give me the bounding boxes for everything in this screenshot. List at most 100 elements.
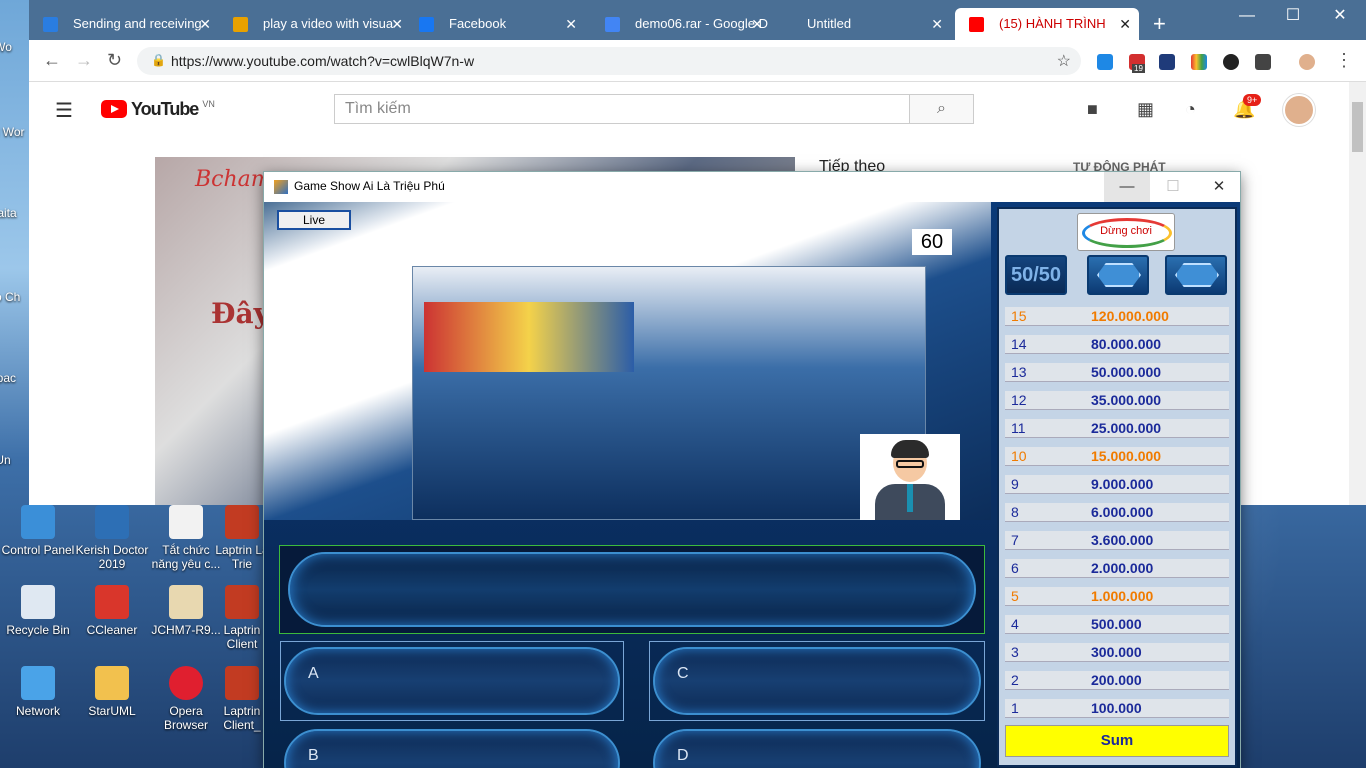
close-tab-icon[interactable]: ✕ xyxy=(931,8,943,40)
youtube-logo[interactable]: YouTube VN xyxy=(101,98,215,120)
prize-panel: Dừng chơi 50/50 15 120.000.000 14 80.000.00… xyxy=(997,207,1237,767)
favicon-icon xyxy=(43,17,58,32)
close-button[interactable]: ✕ xyxy=(1196,172,1242,202)
desktop-icon-partial[interactable]: VM Wor xyxy=(0,125,28,139)
prize-row: 5 1.000.000 xyxy=(1005,587,1229,606)
create-video-icon[interactable]: ■ xyxy=(1087,99,1098,120)
prize-amount: 120.000.000 xyxy=(1091,308,1169,324)
desktop-icon-partial[interactable]: Go Ch xyxy=(0,290,28,304)
host-glasses xyxy=(896,460,924,468)
search-icon[interactable]: ⌕ xyxy=(909,94,974,124)
lifeline-audience-button[interactable] xyxy=(1087,255,1149,295)
extension-color-icon[interactable] xyxy=(1191,54,1207,70)
new-tab-button[interactable]: + xyxy=(1153,11,1166,37)
close-tab-icon[interactable]: ✕ xyxy=(391,8,403,40)
phone-icon xyxy=(1175,263,1219,287)
tab-google-drive[interactable]: demo06.rar - Google D ✕ xyxy=(591,8,771,40)
maximize-button[interactable]: ☐ xyxy=(1150,172,1196,202)
live-button[interactable]: Live xyxy=(277,210,351,230)
extension-circle-icon[interactable] xyxy=(1223,54,1239,70)
desktop-icon-staruml[interactable]: StarUML xyxy=(74,666,150,718)
extension-j-icon[interactable] xyxy=(1159,54,1175,70)
maximize-button[interactable]: ☐ xyxy=(1270,0,1316,32)
answer-d-button[interactable]: D xyxy=(649,723,985,768)
game-titlebar: Game Show Ai Là Triệu Phú — ☐ ✕ xyxy=(264,172,1240,202)
tab-facebook[interactable]: Facebook ✕ xyxy=(405,8,585,40)
back-icon[interactable]: ← xyxy=(43,50,61,71)
prize-level: 3 xyxy=(1011,644,1019,660)
answer-b-button[interactable]: B xyxy=(280,723,624,768)
sum-button[interactable]: Sum xyxy=(1005,725,1229,757)
desktop-icon-partial[interactable]: Un xyxy=(0,453,28,467)
close-tab-icon[interactable]: ✕ xyxy=(1119,8,1131,40)
minimize-button[interactable]: — xyxy=(1224,0,1270,32)
page-scrollbar[interactable] xyxy=(1349,82,1366,505)
prize-level: 1 xyxy=(1011,700,1019,716)
desktop-icon-ccleaner[interactable]: CCleaner xyxy=(74,585,150,637)
desktop-icon-network[interactable]: Network xyxy=(0,666,76,718)
network-icon xyxy=(21,666,55,700)
answer-a-button[interactable]: A xyxy=(280,641,624,721)
prize-amount: 1.000.000 xyxy=(1091,588,1154,604)
extension-drop-icon[interactable] xyxy=(1097,54,1113,70)
close-tab-icon[interactable]: ✕ xyxy=(199,8,211,40)
desktop-icon-kerish[interactable]: Kerish Doctor 2019 xyxy=(74,505,150,571)
prize-amount: 80.000.000 xyxy=(1091,336,1162,352)
profile-avatar-icon[interactable] xyxy=(1299,54,1315,70)
prize-level: 9 xyxy=(1011,476,1019,492)
countdown-timer: 60 xyxy=(912,229,952,255)
bookmark-star-icon[interactable]: ☆ xyxy=(1057,51,1071,71)
minimize-button[interactable]: — xyxy=(1104,172,1150,202)
game-body: Live 60 A C B D Dừng chơi 50/50 15 120.0… xyxy=(264,202,1240,768)
lifeline-phone-button[interactable] xyxy=(1165,255,1227,295)
desktop-icon-partial[interactable]: Wo xyxy=(0,40,28,54)
tab-sending-receiving[interactable]: Sending and receiving ✕ xyxy=(29,8,219,40)
hamburger-menu-icon[interactable]: ☰ xyxy=(55,98,73,123)
prize-level: 5 xyxy=(1011,588,1019,604)
extension-badge: 19 xyxy=(1132,64,1145,73)
desktop-icon-control-panel[interactable]: Control Panel xyxy=(0,505,76,557)
notification-badge: 9+ xyxy=(1243,94,1262,106)
prize-level: 15 xyxy=(1011,308,1027,324)
live-screen-preview: Live 60 xyxy=(264,202,991,520)
tab-bar: Sending and receiving ✕ play a video wit… xyxy=(29,0,1366,40)
prize-amount: 2.000.000 xyxy=(1091,560,1154,576)
answer-pill xyxy=(653,729,981,768)
desktop-icon-partial[interactable]: apac xyxy=(0,371,28,385)
prize-level: 2 xyxy=(1011,672,1019,688)
close-tab-icon[interactable]: ✕ xyxy=(751,8,763,40)
forward-icon[interactable]: → xyxy=(75,50,93,71)
desktop-icon-recycle-bin[interactable]: Recycle Bin xyxy=(0,585,76,637)
prize-level: 7 xyxy=(1011,532,1019,548)
desktop-icon-partial[interactable]: Baita xyxy=(0,206,28,220)
avatar[interactable] xyxy=(1283,94,1315,126)
prize-row: 10 15.000.000 xyxy=(1005,447,1229,466)
extension-se-icon[interactable] xyxy=(1255,54,1271,70)
host-avatar xyxy=(860,434,960,520)
messages-icon[interactable]: ◔ xyxy=(1185,99,1196,120)
menu-kebab-icon[interactable]: ⋮ xyxy=(1335,50,1353,71)
scrollbar-thumb[interactable] xyxy=(1352,102,1363,152)
close-button[interactable]: ✕ xyxy=(1317,0,1363,32)
ccleaner-icon xyxy=(95,585,129,619)
prize-amount: 300.000 xyxy=(1091,644,1142,660)
tab-play-video[interactable]: play a video with visua ✕ xyxy=(219,8,411,40)
answer-pill xyxy=(653,647,981,715)
tab-youtube-active[interactable]: (15) HÀNH TRÌNH ✕ xyxy=(955,8,1139,40)
prize-row: 6 2.000.000 xyxy=(1005,559,1229,578)
apps-grid-icon[interactable]: ▦ xyxy=(1137,99,1154,120)
answer-c-button[interactable]: C xyxy=(649,641,985,721)
stop-game-button[interactable]: Dừng chơi xyxy=(1077,213,1175,251)
close-tab-icon[interactable]: ✕ xyxy=(565,8,577,40)
reload-icon[interactable]: ↻ xyxy=(107,50,122,71)
prize-row: 9 9.000.000 xyxy=(1005,475,1229,494)
lifeline-fifty-fifty-button[interactable]: 50/50 xyxy=(1005,255,1067,295)
tab-untitled[interactable]: Untitled ✕ xyxy=(763,8,951,40)
address-bar[interactable]: 🔒 https://www.youtube.com/watch?v=cwlBlq… xyxy=(137,47,1081,75)
browser-toolbar: ← → ↻ 🔒 https://www.youtube.com/watch?v=… xyxy=(29,40,1366,82)
search-input[interactable]: Tìm kiếm xyxy=(334,94,910,124)
recycle-bin-icon xyxy=(21,585,55,619)
lock-icon: 🔒 xyxy=(151,53,166,67)
prize-level: 6 xyxy=(1011,560,1019,576)
preview-thumbnail xyxy=(424,302,634,372)
